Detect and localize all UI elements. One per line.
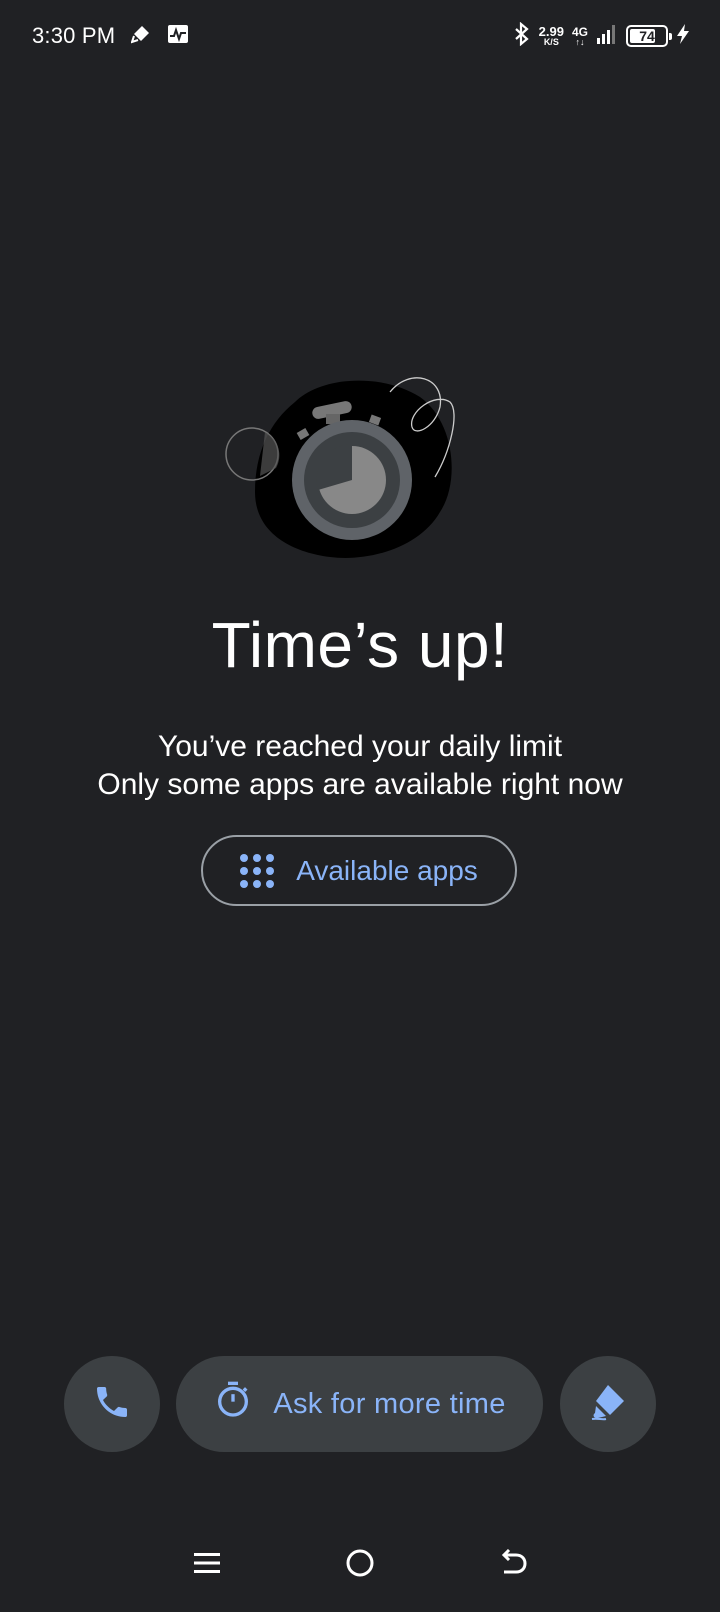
family-link-button[interactable]	[560, 1356, 656, 1452]
apps-grid-icon	[240, 853, 275, 888]
timer-icon	[213, 1380, 253, 1428]
phone-icon	[92, 1382, 132, 1427]
subtitle: You’ve reached your daily limit Only som…	[0, 728, 720, 804]
ask-more-time-label: Ask for more time	[273, 1387, 506, 1420]
network-arrows: ↑↓	[575, 36, 585, 47]
family-link-icon	[586, 1380, 630, 1429]
call-button[interactable]	[64, 1356, 160, 1452]
subtitle-line-2: Only some apps are available right now	[97, 768, 623, 801]
home-icon	[345, 1548, 375, 1583]
navigation-bar	[0, 1530, 720, 1600]
stopwatch-illustration	[220, 372, 470, 572]
ask-more-time-button[interactable]: Ask for more time	[176, 1356, 543, 1452]
available-apps-label: Available apps	[296, 854, 478, 886]
signal-icon	[596, 23, 618, 50]
activity-image-icon	[167, 24, 189, 49]
network-type-label: 4G	[571, 24, 588, 39]
status-right: 2.99 K/S 4G ↑↓ 74	[513, 21, 690, 51]
back-icon	[498, 1548, 528, 1583]
status-bar: 3:30 PM 2.99 K/S 4G ↑↓ 74	[0, 0, 720, 72]
net-speed: 2.99 K/S	[539, 25, 564, 47]
battery-icon: 74	[626, 25, 672, 47]
bluetooth-icon	[513, 21, 531, 51]
menu-icon	[193, 1549, 221, 1582]
back-button[interactable]	[488, 1540, 538, 1590]
edit-pen-icon	[130, 24, 151, 49]
page-title: Time’s up!	[211, 609, 509, 681]
battery-level: 74	[639, 28, 655, 44]
net-speed-unit: K/S	[543, 37, 559, 47]
home-button[interactable]	[335, 1540, 385, 1590]
recents-button[interactable]	[182, 1540, 232, 1590]
status-time: 3:30 PM	[32, 23, 116, 48]
subtitle-line-1: You’ve reached your daily limit	[157, 730, 563, 763]
status-left: 3:30 PM	[32, 23, 189, 49]
screen: 3:30 PM 2.99 K/S 4G ↑↓ 74 Time’s up! You…	[0, 0, 720, 1612]
charging-bolt-icon	[676, 23, 690, 50]
network-type: 4G ↑↓	[572, 26, 588, 47]
available-apps-button[interactable]: Available apps	[201, 835, 517, 906]
